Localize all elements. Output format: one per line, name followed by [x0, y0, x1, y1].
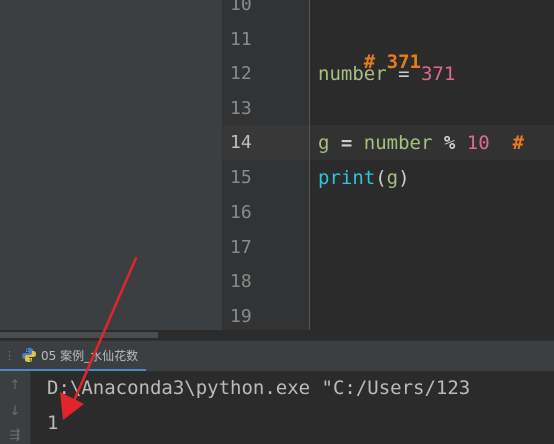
line-number: 16 — [230, 202, 252, 223]
code-line-15[interactable]: print(g) — [318, 167, 410, 189]
operator-token: % — [432, 132, 467, 154]
identifier-token: g — [386, 167, 399, 189]
paren-token: ) — [398, 167, 410, 189]
run-tab[interactable]: ⋮ 05 案例_水仙花数 — [0, 341, 147, 371]
identifier-token: number — [318, 63, 387, 85]
line-number: 17 — [230, 237, 252, 258]
run-tool-window-header: ⋮ 05 案例_水仙花数 — [0, 340, 554, 372]
run-tab-label: 05 案例_水仙花数 — [41, 348, 139, 363]
console-command-line: D:\Anaconda3\python.exe "C:/Users/123 — [47, 377, 471, 399]
line-number-current: 14 — [230, 132, 252, 153]
project-panel — [0, 0, 222, 330]
operator-token: = — [329, 132, 364, 154]
identifier-token: g — [318, 132, 330, 154]
arrow-up-icon[interactable]: ↑ — [5, 377, 25, 395]
python-icon — [22, 348, 36, 362]
line-number: 10 — [230, 0, 252, 15]
console-output-line: 1 — [47, 412, 59, 434]
line-number: 12 — [230, 63, 252, 84]
identifier-token: number — [363, 132, 433, 154]
horizontal-scrollbar[interactable] — [0, 330, 554, 340]
arrow-down-icon[interactable]: ↓ — [5, 403, 25, 421]
code-line-11[interactable]: # 371 — [318, 29, 421, 95]
line-number: 18 — [230, 271, 252, 292]
code-line-12[interactable]: number = 371 — [318, 63, 455, 85]
tab-grip-icon: ⋮ — [4, 348, 15, 362]
console-toolbar: ↑ ↓ ⇶ — [0, 371, 31, 444]
builtin-token: print — [318, 167, 376, 189]
ide-window: 10 11 12 13 14 15 16 17 18 19 # 371 numb… — [0, 0, 554, 444]
line-number: 15 — [230, 167, 252, 188]
line-number: 19 — [230, 306, 252, 326]
comment-token: # — [489, 132, 524, 154]
scrollbar-thumb[interactable] — [0, 332, 158, 338]
paren-token: ( — [375, 167, 387, 189]
number-token: 10 — [466, 132, 490, 154]
gutter-separator — [309, 0, 310, 330]
soft-wrap-icon[interactable]: ⇶ — [5, 427, 25, 444]
code-line-14[interactable]: g = number % 10 # — [318, 132, 524, 154]
line-number: 13 — [230, 98, 252, 119]
line-number: 11 — [230, 29, 252, 50]
operator-token: = — [386, 63, 421, 85]
number-token: 371 — [420, 63, 456, 85]
